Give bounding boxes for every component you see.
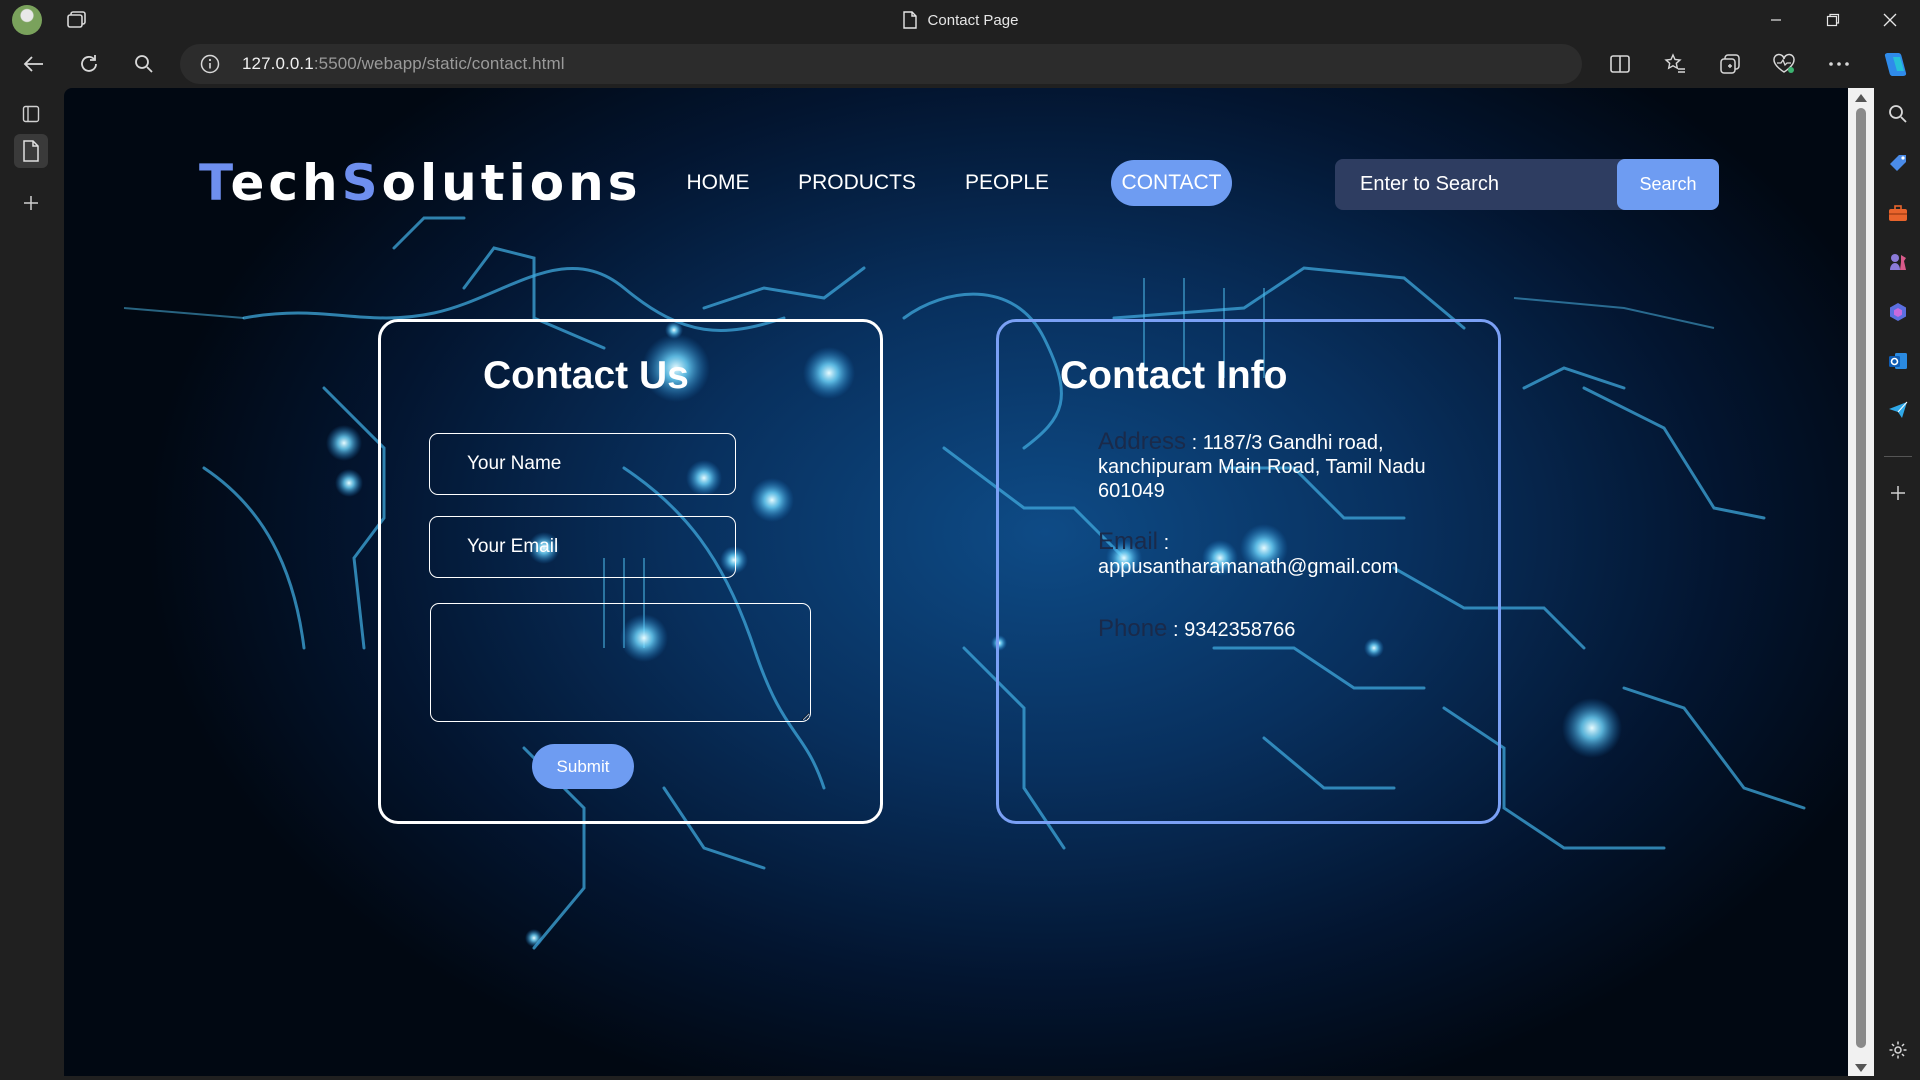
submit-button[interactable]: Submit	[532, 744, 634, 789]
sidebar-divider	[1884, 456, 1912, 457]
phone-label: Phone	[1098, 615, 1168, 642]
sidebar-shopping-button[interactable]	[1882, 147, 1914, 179]
nav-products[interactable]: PRODUCTS	[788, 160, 926, 206]
sidebar-add-button[interactable]	[1882, 477, 1914, 509]
back-button[interactable]	[18, 48, 50, 80]
gear-icon	[1889, 1041, 1907, 1059]
split-screen-button[interactable]	[1604, 48, 1636, 80]
address-bar[interactable]: 127.0.0.1:5500/webapp/static/contact.htm…	[180, 44, 1582, 84]
chess-piece-icon	[1890, 254, 1906, 270]
url-path: :5500/webapp/static/contact.html	[313, 54, 565, 73]
page-icon	[902, 11, 917, 29]
circuit-background-image	[123, 216, 1806, 950]
title-bar: Contact Page	[0, 0, 1920, 40]
active-tab-button[interactable]	[14, 134, 48, 168]
heart-pulse-icon	[1773, 53, 1795, 73]
close-window-button[interactable]	[1862, 0, 1918, 40]
search-button[interactable]: Search	[1617, 159, 1719, 210]
search-input[interactable]	[1335, 159, 1617, 210]
site-info-icon[interactable]	[200, 54, 220, 74]
copilot-hex-icon	[1890, 303, 1906, 321]
sidebar-panel-icon	[22, 105, 40, 123]
collections-icon	[1720, 54, 1740, 74]
logo-text-olutions: olutions	[381, 154, 642, 212]
contact-info-card: Contact Info Address : 1187/3 Gandhi roa…	[996, 319, 1501, 824]
browser-essentials-button[interactable]	[1768, 48, 1800, 80]
address-info: Address : 1187/3 Gandhi road, kanchipura…	[1098, 430, 1428, 503]
email-address: appusantharamanath@gmail.com	[1098, 556, 1399, 578]
search-bar: Search	[1335, 159, 1719, 210]
sidebar-copilot-button[interactable]	[1882, 296, 1914, 328]
toolbox-icon	[1889, 205, 1907, 221]
restore-button[interactable]	[1805, 0, 1861, 40]
sidebar-tools-button[interactable]	[1882, 197, 1914, 229]
window-title-text: Contact Page	[927, 11, 1019, 29]
scroll-up-arrow-icon[interactable]	[1855, 94, 1867, 102]
url-host: 127.0.0.1	[242, 54, 314, 73]
refresh-icon	[81, 55, 97, 72]
phone-value: : 9342358766	[1172, 619, 1296, 641]
email-label: Email	[1098, 528, 1159, 555]
collections-button[interactable]	[1714, 48, 1746, 80]
sidebar-send-button[interactable]	[1882, 394, 1914, 426]
close-icon	[1883, 13, 1897, 27]
window-title: Contact Page	[0, 0, 1920, 40]
tab-panel-toggle[interactable]	[14, 97, 48, 131]
paper-plane-icon	[1889, 401, 1908, 418]
more-options-button[interactable]	[1823, 48, 1855, 80]
tag-icon	[1890, 155, 1906, 171]
arrow-left-icon	[23, 56, 43, 72]
nav-home[interactable]: HOME	[677, 160, 759, 206]
page-icon	[23, 140, 39, 162]
search-icon	[135, 55, 153, 73]
refresh-button[interactable]	[73, 48, 105, 80]
email-colon: :	[1163, 532, 1170, 554]
message-textarea[interactable]	[430, 603, 811, 722]
restore-icon	[1826, 13, 1840, 27]
new-tab-button[interactable]	[14, 186, 48, 220]
edge-sidebar	[1876, 88, 1920, 1080]
url-text[interactable]: 127.0.0.1:5500/webapp/static/contact.htm…	[242, 54, 565, 74]
plus-icon	[1891, 486, 1905, 500]
outlook-icon	[1889, 353, 1907, 369]
scrollbar-thumb[interactable]	[1856, 108, 1866, 1048]
contact-us-heading: Contact Us	[483, 354, 689, 397]
phone-info: Phone : 9342358766	[1098, 617, 1428, 642]
contact-info-heading: Contact Info	[1060, 354, 1288, 397]
logo-letter-t: T	[199, 154, 231, 212]
nav-contact[interactable]: CONTACT	[1111, 160, 1232, 206]
minimize-icon	[1771, 19, 1781, 21]
page-scrollbar[interactable]	[1848, 88, 1874, 1076]
email-info: Email : appusantharamanath@gmail.com	[1098, 530, 1428, 579]
plus-icon	[24, 196, 38, 210]
sidebar-settings-button[interactable]	[1882, 1034, 1914, 1066]
search-icon	[1889, 105, 1907, 123]
logo-text-ech: ech	[230, 154, 342, 212]
sidebar-games-button[interactable]	[1882, 246, 1914, 278]
address-label: Address	[1098, 428, 1187, 455]
site-logo[interactable]: TechSolutions	[199, 154, 641, 212]
contact-form-card: Contact Us Submit	[378, 319, 883, 824]
copilot-icon	[1884, 53, 1907, 76]
ellipsis-icon	[1829, 62, 1849, 66]
sidebar-search-button[interactable]	[1882, 98, 1914, 130]
minimize-button[interactable]	[1748, 0, 1804, 40]
favorites-list-icon	[1664, 53, 1685, 73]
nav-people[interactable]: PEOPLE	[957, 160, 1057, 206]
scroll-down-arrow-icon[interactable]	[1855, 1064, 1867, 1072]
copilot-button[interactable]	[1877, 46, 1913, 82]
email-field[interactable]	[429, 516, 736, 578]
name-field[interactable]	[429, 433, 736, 495]
sidebar-outlook-button[interactable]	[1882, 345, 1914, 377]
search-tab-button[interactable]	[128, 48, 160, 80]
split-screen-icon	[1610, 55, 1630, 73]
page-viewport: TechSolutions HOME PRODUCTS PEOPLE CONTA…	[64, 88, 1848, 1076]
vertical-tab-rail	[0, 88, 64, 1080]
favorites-button[interactable]	[1659, 48, 1691, 80]
logo-letter-s: S	[341, 154, 382, 212]
